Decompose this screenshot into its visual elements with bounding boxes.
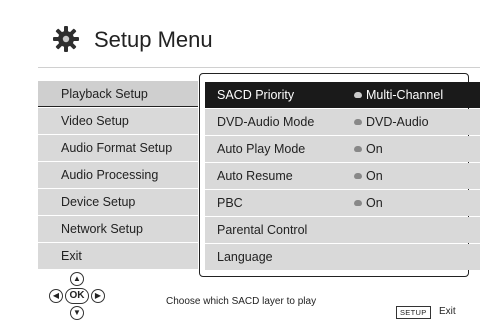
bullet-icon (354, 119, 362, 125)
option-label: DVD-Audio Mode (217, 115, 315, 129)
sidebar-item-audio-format-setup[interactable]: Audio Format Setup (38, 135, 198, 161)
sidebar-item-video-setup[interactable]: Video Setup (38, 108, 198, 134)
footer: ▲ ◀ OK ▶ ▼ Choose which SACD layer to pl… (0, 270, 480, 323)
ok-button-icon: OK (65, 288, 89, 304)
options-panel: SACD Priority Multi-Channel DVD-Audio Mo… (199, 73, 480, 277)
arrow-down-icon: ▼ (70, 306, 84, 320)
sidebar-menu: Playback Setup Video Setup Audio Format … (38, 81, 198, 270)
option-label: SACD Priority (217, 88, 295, 102)
bullet-icon (354, 200, 362, 206)
sidebar-item-audio-processing[interactable]: Audio Processing (38, 162, 198, 188)
option-label: Auto Resume (217, 169, 293, 183)
option-language[interactable]: Language (205, 244, 480, 270)
option-value: On (354, 136, 383, 162)
bullet-icon (354, 146, 362, 152)
header-divider (38, 67, 480, 68)
bullet-icon (354, 173, 362, 179)
header: Setup Menu (0, 0, 480, 68)
arrow-left-icon: ◀ (49, 289, 63, 303)
option-label: PBC (217, 196, 243, 210)
option-value: Multi-Channel (354, 82, 443, 108)
option-parental-control[interactable]: Parental Control (205, 217, 480, 243)
exit-hint: Exit (439, 306, 456, 317)
setup-key-icon: SETUP (396, 306, 431, 319)
page-title: Setup Menu (94, 27, 213, 52)
help-text: Choose which SACD layer to play (166, 296, 317, 307)
option-label: Auto Play Mode (217, 142, 306, 156)
option-auto-play-mode[interactable]: Auto Play Mode On (205, 136, 480, 162)
gear-icon (53, 26, 79, 52)
sidebar-item-exit[interactable]: Exit (38, 243, 198, 269)
option-auto-resume[interactable]: Auto Resume On (205, 163, 480, 189)
option-label: Parental Control (217, 223, 308, 237)
arrow-right-icon: ▶ (91, 289, 105, 303)
sidebar-item-playback-setup[interactable]: Playback Setup (38, 81, 198, 107)
option-value: On (354, 190, 383, 216)
option-pbc[interactable]: PBC On (205, 190, 480, 216)
arrow-up-icon: ▲ (70, 272, 84, 286)
navigation-pad: ▲ ◀ OK ▶ ▼ (47, 270, 107, 322)
option-value: DVD-Audio (354, 109, 429, 135)
sidebar-item-device-setup[interactable]: Device Setup (38, 189, 198, 215)
option-sacd-priority[interactable]: SACD Priority Multi-Channel (205, 82, 480, 108)
option-value: On (354, 163, 383, 189)
option-label: Language (217, 250, 273, 264)
bullet-icon (354, 92, 362, 98)
option-dvd-audio-mode[interactable]: DVD-Audio Mode DVD-Audio (205, 109, 480, 135)
sidebar-item-network-setup[interactable]: Network Setup (38, 216, 198, 242)
